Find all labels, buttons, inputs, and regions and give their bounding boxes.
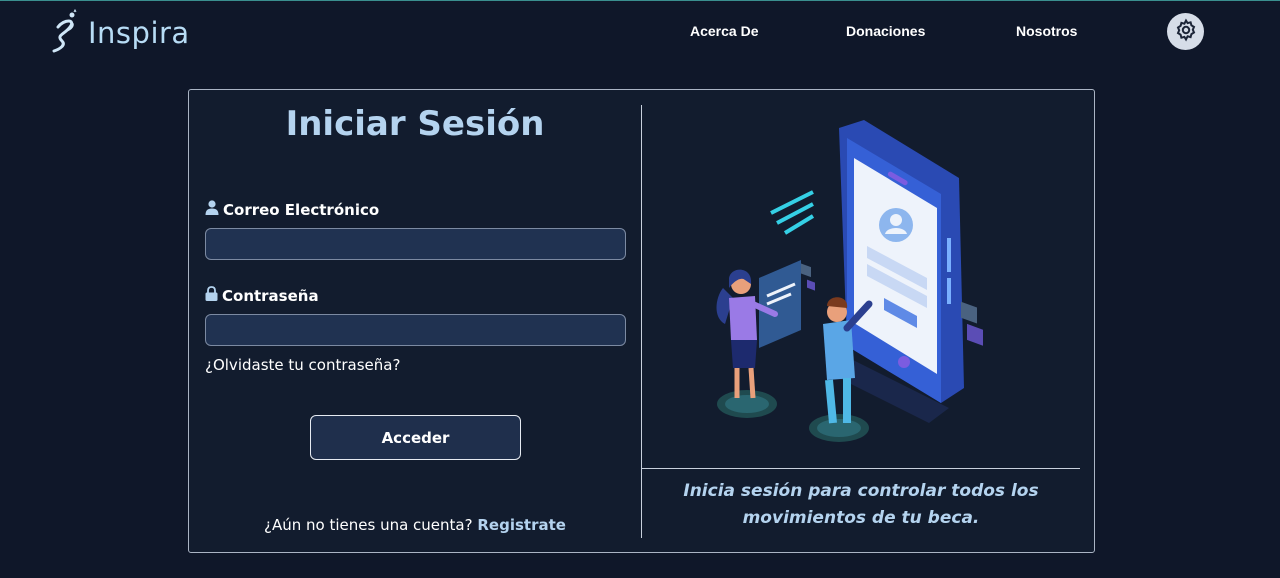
nav-link-nosotros[interactable]: Nosotros	[1016, 23, 1077, 39]
navbar: Inspira Acerca De Donaciones Nosotros	[0, 1, 1280, 61]
register-row: ¿Aún no tienes una cuenta? Registrate	[189, 516, 641, 534]
email-label-text: Correo Electrónico	[223, 200, 380, 219]
login-illustration	[709, 118, 1009, 462]
gear-icon	[1174, 17, 1198, 46]
promo-caption-line-1: Inicia sesión para controlar todos los	[683, 481, 1039, 501]
lock-icon	[205, 286, 218, 305]
nav-link-acerca-de[interactable]: Acerca De	[690, 23, 759, 39]
user-icon	[205, 200, 219, 219]
promo-caption: Inicia sesión para controlar todos los m…	[642, 478, 1080, 532]
login-button[interactable]: Acceder	[310, 415, 521, 460]
password-label-text: Contraseña	[222, 286, 319, 305]
page-title: Iniciar Sesión	[285, 104, 545, 144]
forgot-password-link[interactable]: ¿Olvidaste tu contraseña?	[205, 356, 400, 374]
promo-caption-line-2: movimientos de tu beca.	[742, 508, 980, 528]
login-card: Iniciar Sesión Correo Electrónico Contra…	[188, 89, 1095, 553]
password-label: Contraseña	[205, 286, 319, 305]
brand-logo[interactable]: Inspira	[50, 8, 190, 57]
email-field[interactable]	[205, 228, 626, 260]
brand-name: Inspira	[88, 16, 190, 50]
password-field[interactable]	[205, 314, 626, 346]
nav-link-donaciones[interactable]: Donaciones	[846, 23, 925, 39]
settings-button[interactable]	[1167, 13, 1204, 50]
email-label: Correo Electrónico	[205, 200, 379, 219]
inspira-logo-icon	[50, 8, 80, 57]
vertical-divider	[641, 105, 642, 538]
register-link[interactable]: Registrate	[477, 516, 566, 534]
register-prompt: ¿Aún no tienes una cuenta?	[264, 516, 473, 534]
horizontal-divider	[642, 468, 1080, 469]
